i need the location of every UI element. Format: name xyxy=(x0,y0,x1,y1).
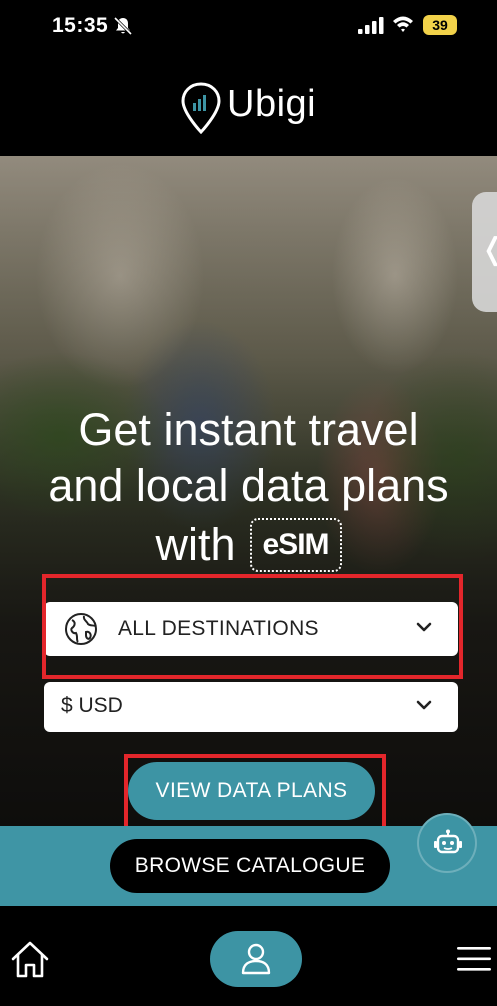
headline-line-1: Get instant travel xyxy=(78,404,419,455)
chevron-left-icon: ❬ xyxy=(480,232,497,267)
browse-catalogue-button[interactable]: BROWSE CATALOGUE xyxy=(110,839,390,893)
signal-icon xyxy=(358,17,384,34)
headline-line-2: and local data plans xyxy=(48,460,449,511)
chatbot-button[interactable] xyxy=(417,813,477,873)
headline-line-3: with eSIM xyxy=(0,514,497,573)
location-pin-signal-icon xyxy=(181,82,221,134)
hero-banner: ❬ Get instant travel and local data plan… xyxy=(0,156,497,826)
currency-select-value: $ USD xyxy=(61,694,123,717)
menu-icon[interactable] xyxy=(457,946,491,972)
bell-slash-icon xyxy=(113,16,133,36)
wifi-icon xyxy=(393,16,413,32)
status-bar: 15:35 39 xyxy=(0,0,497,56)
currency-select[interactable]: $ USD xyxy=(44,682,458,732)
highlight-frame-view-plans xyxy=(124,754,386,826)
side-panel-tab[interactable]: ❬ xyxy=(472,192,497,312)
brand-logo-text[interactable]: Ubigi xyxy=(227,83,316,126)
robot-icon xyxy=(434,829,462,854)
status-time: 15:35 xyxy=(52,14,109,37)
chevron-down-icon xyxy=(416,700,432,710)
headline-with-text: with xyxy=(155,519,236,571)
hero-headline: Get instant travel and local data plans xyxy=(0,402,497,514)
esim-badge: eSIM xyxy=(249,518,342,573)
person-icon xyxy=(241,943,271,975)
profile-button[interactable] xyxy=(210,931,302,987)
app-header: Ubigi xyxy=(0,56,497,156)
bottom-navigation xyxy=(0,906,497,1006)
home-icon[interactable] xyxy=(10,940,50,978)
battery-icon: 39 xyxy=(423,15,457,35)
highlight-frame-destination xyxy=(42,574,463,679)
